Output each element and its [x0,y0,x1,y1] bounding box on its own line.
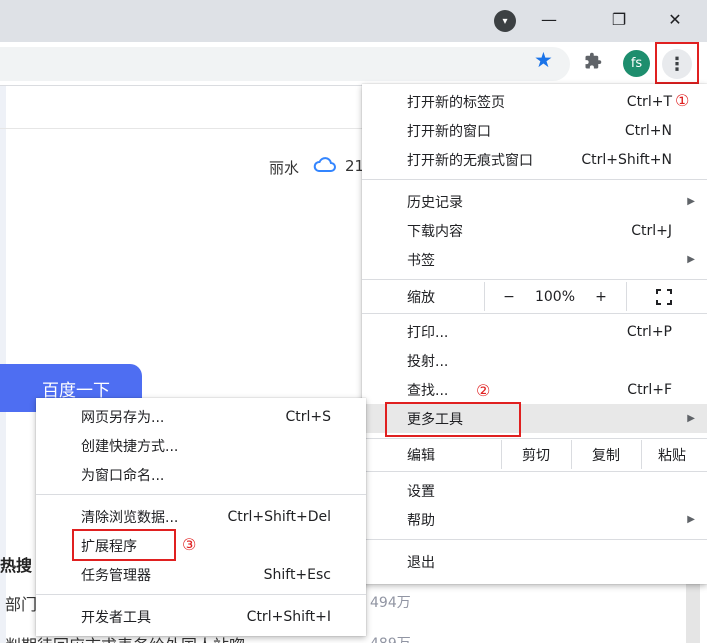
cut-button[interactable]: 剪切 [501,445,571,465]
submenu-item-save-page[interactable]: 网页另存为... Ctrl+S [36,402,366,431]
annotation-box-menu [655,42,699,84]
menu-item-shortcut: Ctrl+F [627,381,672,398]
zoom-in-button[interactable]: + [594,289,608,305]
menu-item-label: 打印... [407,324,449,341]
cloud-icon [313,154,337,179]
submenu-item-task-manager[interactable]: 任务管理器 Shift+Esc [36,560,366,589]
menu-item-shortcut: Ctrl+P [626,323,672,340]
annotation-step-3: ③ [182,535,197,554]
menu-item-label: 书签 [407,252,435,269]
restore-button[interactable]: ❐ [596,0,642,38]
hot-search-item[interactable]: 部门 [5,591,37,615]
menu-item-label: 打开新的标签页 [407,94,505,111]
chrome-main-menu: 打开新的标签页 Ctrl+T 打开新的窗口 Ctrl+N 打开新的无痕式窗口 Ctrl… [362,84,707,584]
bookmark-star-icon[interactable]: ★ [534,48,553,72]
annotation-step-2: ② [476,381,491,400]
hot-search-title: 热搜 [0,556,33,575]
more-tools-submenu: 网页另存为... Ctrl+S 创建快捷方式... 为窗口命名... 清除浏览数据… [36,398,366,636]
menu-item-label: 下载内容 [407,223,463,240]
fullscreen-icon[interactable] [656,289,672,309]
menu-separator [362,539,707,540]
menu-item-label: 历史记录 [407,194,463,211]
profile-avatar[interactable]: fs [623,50,650,77]
submenu-item-clear-data[interactable]: 清除浏览数据... Ctrl+Shift+Del [36,502,366,531]
menu-item-shortcut: Ctrl+S [285,408,331,425]
menu-item-label: 帮助 [407,512,435,529]
hot-search-count: 489万 [370,633,411,643]
menu-item-new-window[interactable]: 打开新的窗口 Ctrl+N [362,116,707,145]
submenu-item-create-shortcut[interactable]: 创建快捷方式... [36,431,366,460]
menu-item-shortcut: Ctrl+Shift+N [581,151,672,168]
address-bar[interactable] [0,47,570,81]
menu-item-label: 开发者工具 [81,609,151,626]
divider [0,128,365,129]
submenu-arrow-icon: ▶ [687,514,695,525]
close-button[interactable]: ✕ [652,0,698,38]
zoom-level: 100% [534,288,576,305]
menu-item-shortcut: Ctrl+T [626,93,672,110]
menu-item-label: 为窗口命名... [81,467,165,484]
zoom-row: 缩放 − 100% + [362,282,707,311]
menu-item-exit[interactable]: 退出 [362,547,707,576]
menu-item-label: 设置 [407,483,435,500]
menu-item-help[interactable]: 帮助 ▶ [362,505,707,534]
menu-item-label: 清除浏览数据... [81,509,179,526]
edit-row: 编辑 剪切 复制 粘贴 [362,440,707,469]
hot-search-count: 494万 [370,595,411,611]
menu-item-shortcut: Shift+Esc [263,566,331,583]
menu-separator [362,438,707,439]
submenu-item-name-window[interactable]: 为窗口命名... [36,460,366,489]
menu-item-label: 任务管理器 [81,567,151,584]
menu-item-shortcut: Ctrl+Shift+I [246,608,331,625]
menu-item-new-incognito[interactable]: 打开新的无痕式窗口 Ctrl+Shift+N [362,145,707,174]
menu-item-downloads[interactable]: 下载内容 Ctrl+J [362,216,707,245]
menu-separator [362,471,707,472]
page-scrollbar[interactable] [686,580,700,643]
submenu-arrow-icon: ▶ [687,413,695,424]
submenu-arrow-icon: ▶ [687,254,695,265]
menu-item-label: 打开新的无痕式窗口 [407,152,533,169]
edit-label: 编辑 [407,447,435,464]
zoom-out-button[interactable]: − [502,289,516,305]
menu-item-shortcut: Ctrl+Shift+Del [227,508,331,525]
copy-button[interactable]: 复制 [571,445,641,465]
menu-item-bookmarks[interactable]: 书签 ▶ [362,245,707,274]
menu-separator [362,179,707,180]
menu-item-print[interactable]: 打印... Ctrl+P [362,317,707,346]
annotation-box-more-tools [385,402,521,437]
menu-item-label: 查找... [407,382,449,399]
menu-item-settings[interactable]: 设置 [362,476,707,505]
menu-separator [36,594,366,595]
menu-item-label: 退出 [407,554,435,571]
submenu-item-devtools[interactable]: 开发者工具 Ctrl+Shift+I [36,602,366,631]
menu-item-new-tab[interactable]: 打开新的标签页 Ctrl+T [362,87,707,116]
zoom-divider [484,282,485,311]
annotation-box-extensions [72,529,176,561]
menu-separator [362,313,707,314]
zoom-label: 缩放 [407,289,435,306]
menu-separator [36,494,366,495]
submenu-arrow-icon: ▶ [687,196,695,207]
zoom-divider [626,282,627,311]
extensions-icon[interactable] [584,52,602,75]
minimize-button[interactable]: — [526,0,572,38]
menu-item-label: 网页另存为... [81,409,165,426]
menu-separator [362,279,707,280]
annotation-step-1: ① [675,91,690,110]
title-bar: ▾ — ❐ ✕ [0,0,707,42]
menu-item-label: 打开新的窗口 [407,123,491,140]
paste-button[interactable]: 粘贴 [641,445,703,465]
menu-item-shortcut: Ctrl+N [624,122,672,139]
menu-item-label: 投射... [407,353,449,370]
menu-item-history[interactable]: 历史记录 ▶ [362,187,707,216]
menu-item-label: 创建快捷方式... [81,438,179,455]
tab-search-icon[interactable]: ▾ [494,10,516,32]
menu-item-find[interactable]: 查找... Ctrl+F [362,375,707,404]
weather-city: 丽水 [269,159,300,177]
menu-item-shortcut: Ctrl+J [631,222,672,239]
browser-toolbar: ★ fs ⋮ [0,42,707,86]
menu-item-cast[interactable]: 投射... [362,346,707,375]
